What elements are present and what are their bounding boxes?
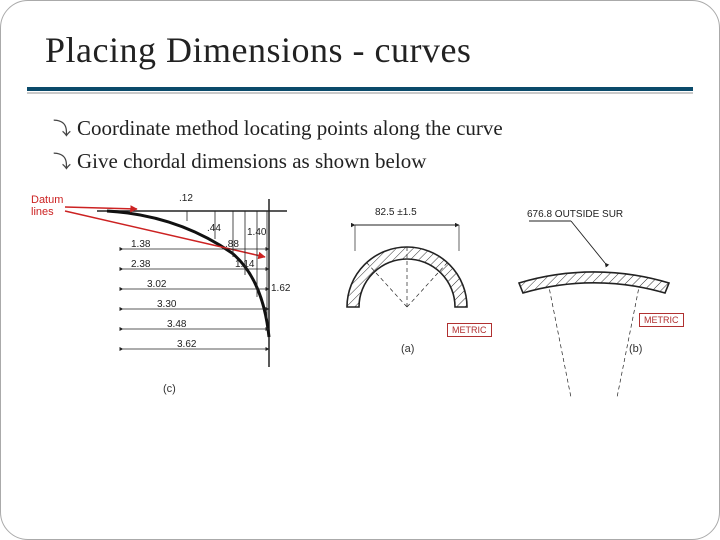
dim-x: 2.38 — [131, 259, 150, 270]
metric-badge: METRIC — [639, 313, 684, 327]
datum-label: Datum lines — [31, 195, 63, 218]
dim-y: .44 — [207, 223, 221, 234]
figure-c-svg — [27, 187, 307, 407]
figure-b-caption: (b) — [629, 343, 642, 355]
figure-c: Datum lines .12 .44 .88 1.14 1.40 1.62 1… — [27, 187, 307, 407]
bullet-text: Give chordal dimensions as shown below — [77, 145, 426, 178]
dim-radius-b: 676.8 OUTSIDE SUR — [527, 209, 623, 220]
figure-c-caption: (c) — [163, 383, 176, 395]
metric-badge: METRIC — [447, 323, 492, 337]
dim-y: .12 — [179, 193, 193, 204]
figure-ab-svg — [309, 187, 689, 397]
figure-ab: 82.5 ±1.5 (a) METRIC 676.8 OUTSIDE SUR (… — [309, 187, 689, 397]
dim-y: 1.14 — [235, 259, 254, 270]
bullet-icon: ⤵ — [53, 149, 71, 177]
dim-x: 3.02 — [147, 279, 166, 290]
figure-a-caption: (a) — [401, 343, 414, 355]
divider-dark — [27, 87, 693, 91]
dim-x: 3.62 — [177, 339, 196, 350]
figure-row: Datum lines .12 .44 .88 1.14 1.40 1.62 1… — [27, 183, 693, 407]
dim-x: 3.30 — [157, 299, 176, 310]
bullet-icon: ⤵ — [53, 116, 71, 144]
slide-title: Placing Dimensions - curves — [27, 23, 693, 81]
dim-chord-a: 82.5 ±1.5 — [375, 207, 417, 218]
dim-y: .88 — [225, 239, 239, 250]
bullet-text: Coordinate method locating points along … — [77, 112, 503, 145]
dim-x: 1.38 — [131, 239, 150, 250]
dim-y: 1.62 — [271, 283, 290, 294]
bullet-list: ⤵ Coordinate method locating points alon… — [27, 94, 693, 183]
bullet-item: ⤵ Give chordal dimensions as shown below — [53, 145, 683, 178]
slide-frame: Placing Dimensions - curves ⤵ Coordinate… — [0, 0, 720, 540]
dim-x: 3.48 — [167, 319, 186, 330]
dim-y: 1.40 — [247, 227, 266, 238]
bullet-item: ⤵ Coordinate method locating points alon… — [53, 112, 683, 145]
